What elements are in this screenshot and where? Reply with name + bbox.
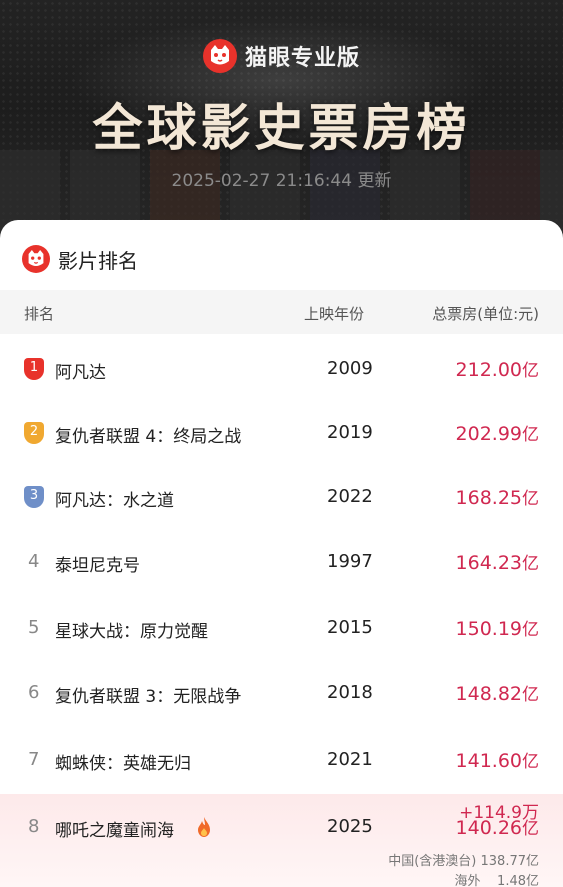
release-year: 2021 bbox=[327, 749, 373, 770]
page-title: 全球影史票房榜 bbox=[92, 98, 471, 157]
movie-title: 阿凡达：水之道 bbox=[55, 491, 174, 511]
rank-number: 4 bbox=[28, 551, 40, 572]
movie-title: 蜘蛛侠：英雄无归 bbox=[55, 754, 191, 774]
release-year: 2018 bbox=[327, 682, 373, 703]
brand-row: 猫眼专业版 bbox=[0, 38, 563, 74]
section-header: 影片排名 bbox=[22, 244, 138, 274]
box-office: 148.82亿 bbox=[455, 683, 539, 705]
brand-name: 猫眼专业版 bbox=[244, 46, 360, 71]
rank-number: 5 bbox=[28, 617, 40, 638]
rank-column-header: 排名 bbox=[24, 305, 55, 323]
release-year: 2015 bbox=[327, 617, 373, 638]
rank-badge-gold: 1 bbox=[24, 358, 44, 380]
overseas-box-office: 海外 1.48亿 bbox=[454, 874, 539, 887]
box-office: 202.99亿 bbox=[455, 423, 539, 445]
china-box-office: 中国(含港澳台) 138.77亿 bbox=[388, 854, 539, 869]
table-header: 排名 上映年份 总票房(单位:元) bbox=[0, 290, 563, 334]
ranking-card: 影片排名 排名 上映年份 总票房(单位:元) 1 阿凡达 2009 212.00… bbox=[0, 220, 563, 887]
maoyan-cat-icon bbox=[202, 39, 237, 73]
release-year: 2009 bbox=[327, 358, 373, 379]
box-office: 212.00亿 bbox=[455, 359, 539, 381]
rank-number: 8 bbox=[28, 816, 40, 837]
section-title: 影片排名 bbox=[58, 248, 138, 273]
table-row-highlighted[interactable]: +114.9万 8 哪吒之魔童闹海 2025 140.26亿 中国(含港澳台) … bbox=[0, 794, 563, 887]
box-office: 150.19亿 bbox=[455, 618, 539, 640]
box-office: 140.26亿 bbox=[455, 817, 539, 839]
movie-title: 星球大战：原力觉醒 bbox=[55, 622, 208, 642]
table-row[interactable]: 7 蜘蛛侠：英雄无归 2021 141.60亿 bbox=[0, 727, 563, 791]
box-office: 168.25亿 bbox=[455, 487, 539, 509]
box-office: 141.60亿 bbox=[455, 750, 539, 772]
rank-number: 6 bbox=[28, 682, 40, 703]
release-year: 1997 bbox=[327, 551, 373, 572]
release-year: 2019 bbox=[327, 422, 373, 443]
release-year: 2025 bbox=[327, 816, 373, 837]
movie-title: 泰坦尼克号 bbox=[55, 556, 140, 576]
table-row[interactable]: 6 复仇者联盟 3：无限战争 2018 148.82亿 bbox=[0, 660, 563, 724]
movie-title: 复仇者联盟 3：无限战争 bbox=[55, 687, 242, 707]
year-column-header: 上映年份 bbox=[304, 305, 365, 323]
box-office-column-header: 总票房(单位:元) bbox=[432, 305, 539, 323]
movie-title: 复仇者联盟 4：终局之战 bbox=[55, 427, 242, 447]
movie-title: 哪吒之魔童闹海 bbox=[55, 821, 174, 841]
update-timestamp: 2025-02-27 21:16:44 更新 bbox=[171, 171, 392, 191]
release-year: 2022 bbox=[327, 486, 373, 507]
table-row[interactable]: 5 星球大战：原力觉醒 2015 150.19亿 bbox=[0, 595, 563, 659]
table-row[interactable]: 1 阿凡达 2009 212.00亿 bbox=[0, 336, 563, 400]
header-banner: 猫眼专业版 全球影史票房榜 2025-02-27 21:16:44 更新 bbox=[0, 0, 563, 240]
movie-title: 阿凡达 bbox=[55, 363, 106, 383]
table-row[interactable]: 4 泰坦尼克号 1997 164.23亿 bbox=[0, 529, 563, 593]
box-office: 164.23亿 bbox=[455, 552, 539, 574]
table-row[interactable]: 2 复仇者联盟 4：终局之战 2019 202.99亿 bbox=[0, 400, 563, 464]
table-row[interactable]: 3 阿凡达：水之道 2022 168.25亿 bbox=[0, 464, 563, 528]
rank-badge-bronze: 3 bbox=[24, 486, 44, 508]
maoyan-cat-icon bbox=[22, 245, 50, 273]
rank-number: 7 bbox=[28, 749, 40, 770]
rank-badge-silver: 2 bbox=[24, 422, 44, 444]
hot-flame-icon bbox=[198, 817, 210, 837]
